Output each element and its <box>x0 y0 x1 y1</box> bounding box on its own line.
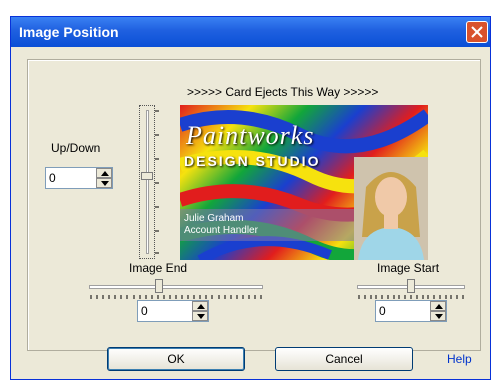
card-photo <box>354 157 428 260</box>
image-end-up-arrow[interactable] <box>192 301 208 311</box>
card-person-name: Julie Graham <box>184 213 244 224</box>
updown-slider-thumb[interactable] <box>141 172 153 180</box>
window-title: Image Position <box>19 24 119 40</box>
updown-value: 0 <box>49 171 56 185</box>
arrow-up-icon <box>101 171 109 176</box>
card-preview: Paintworks DESIGN STUDIO Julie Graham Ac… <box>180 105 428 260</box>
image-end-label: Image End <box>129 261 188 275</box>
image-end-thumb[interactable] <box>155 279 163 293</box>
updown-slider-ticks <box>155 110 159 254</box>
card-subtitle: DESIGN STUDIO <box>184 153 321 169</box>
direction-label: >>>>> Card Ejects This Way >>>>> <box>187 85 379 99</box>
image-end-value: 0 <box>141 304 148 318</box>
image-start-up-arrow[interactable] <box>430 301 446 311</box>
portrait-photo <box>354 157 428 260</box>
card-person: Julie Graham Account Handler <box>184 213 258 237</box>
close-icon <box>471 26 483 38</box>
image-end-down-arrow[interactable] <box>192 311 208 321</box>
arrow-down-icon <box>435 314 443 319</box>
updown-label: Up/Down <box>51 141 101 155</box>
image-start-stepper[interactable]: 0 <box>375 300 447 322</box>
image-end-stepper[interactable]: 0 <box>137 300 209 322</box>
updown-stepper[interactable]: 0 <box>45 167 113 189</box>
image-position-dialog: Image Position >>>>> Card Ejects This Wa… <box>10 16 491 380</box>
ok-button[interactable]: OK <box>107 347 245 371</box>
cancel-button[interactable]: Cancel <box>275 347 413 371</box>
arrow-up-icon <box>197 304 205 309</box>
arrow-down-icon <box>197 314 205 319</box>
image-start-value: 0 <box>379 304 386 318</box>
image-end-track <box>89 285 263 289</box>
close-button[interactable] <box>466 21 488 43</box>
updown-down-arrow[interactable] <box>96 178 112 188</box>
image-start-down-arrow[interactable] <box>430 311 446 321</box>
title-bar[interactable]: Image Position <box>11 17 490 47</box>
updown-slider[interactable] <box>139 105 155 259</box>
updown-slider-track <box>146 110 149 254</box>
card-person-title: Account Handler <box>184 225 258 236</box>
help-link[interactable]: Help <box>447 352 472 366</box>
card-brand-logo: Paintworks <box>186 121 315 150</box>
arrow-down-icon <box>101 181 109 186</box>
image-start-thumb[interactable] <box>407 279 415 293</box>
updown-up-arrow[interactable] <box>96 168 112 178</box>
image-start-label: Image Start <box>377 261 440 275</box>
arrow-up-icon <box>435 304 443 309</box>
